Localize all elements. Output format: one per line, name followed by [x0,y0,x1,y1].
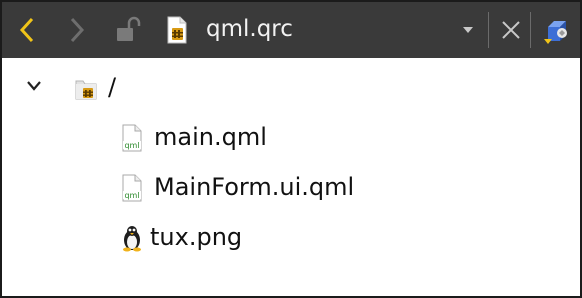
tree-item-mainform-ui-qml[interactable]: qml MainForm.ui.qml [2,164,580,212]
tree-item-label: main.qml [154,123,267,151]
document-title: qml.qrc [206,16,293,42]
qrc-resource-file-icon [167,16,187,44]
split-view-button[interactable] [536,2,578,58]
resource-browser-window: qml.qrc / qml main.qml qml MainForm.ui.q… [0,0,582,298]
close-icon [502,21,520,39]
forward-button[interactable] [60,2,94,58]
tree-root-row[interactable]: / [2,64,580,112]
svg-text:qml: qml [124,191,139,200]
toolbar-separator [530,12,531,48]
qml-file-icon: qml [120,174,144,202]
toolbar-separator [488,12,489,48]
lock-button[interactable] [110,2,146,58]
dropdown-arrow-icon [463,27,473,33]
svg-text:qml: qml [124,141,139,150]
tree-item-main-qml[interactable]: qml main.qml [2,114,580,162]
document-dropdown-button[interactable] [454,2,482,58]
split-view-icon [544,21,567,44]
chevron-left-icon [19,17,34,43]
current-file-icon [162,2,192,58]
tree-root-label: / [108,73,117,101]
editor-toolbar: qml.qrc [2,2,580,58]
tux-penguin-icon [120,224,144,252]
close-document-button[interactable] [494,2,528,58]
collapse-toggle[interactable] [24,74,44,98]
resource-tree: / qml main.qml qml MainForm.ui.qml tux.p… [2,58,580,296]
tree-item-tux-png[interactable]: tux.png [2,214,580,262]
qml-file-icon: qml [120,124,144,152]
unlocked-padlock-icon [117,16,141,41]
back-button[interactable] [10,2,44,58]
resource-folder-icon [74,74,98,102]
chevron-down-icon [27,81,41,91]
tree-item-label: tux.png [150,223,243,251]
chevron-right-icon [70,17,85,43]
tree-item-label: MainForm.ui.qml [154,173,355,201]
